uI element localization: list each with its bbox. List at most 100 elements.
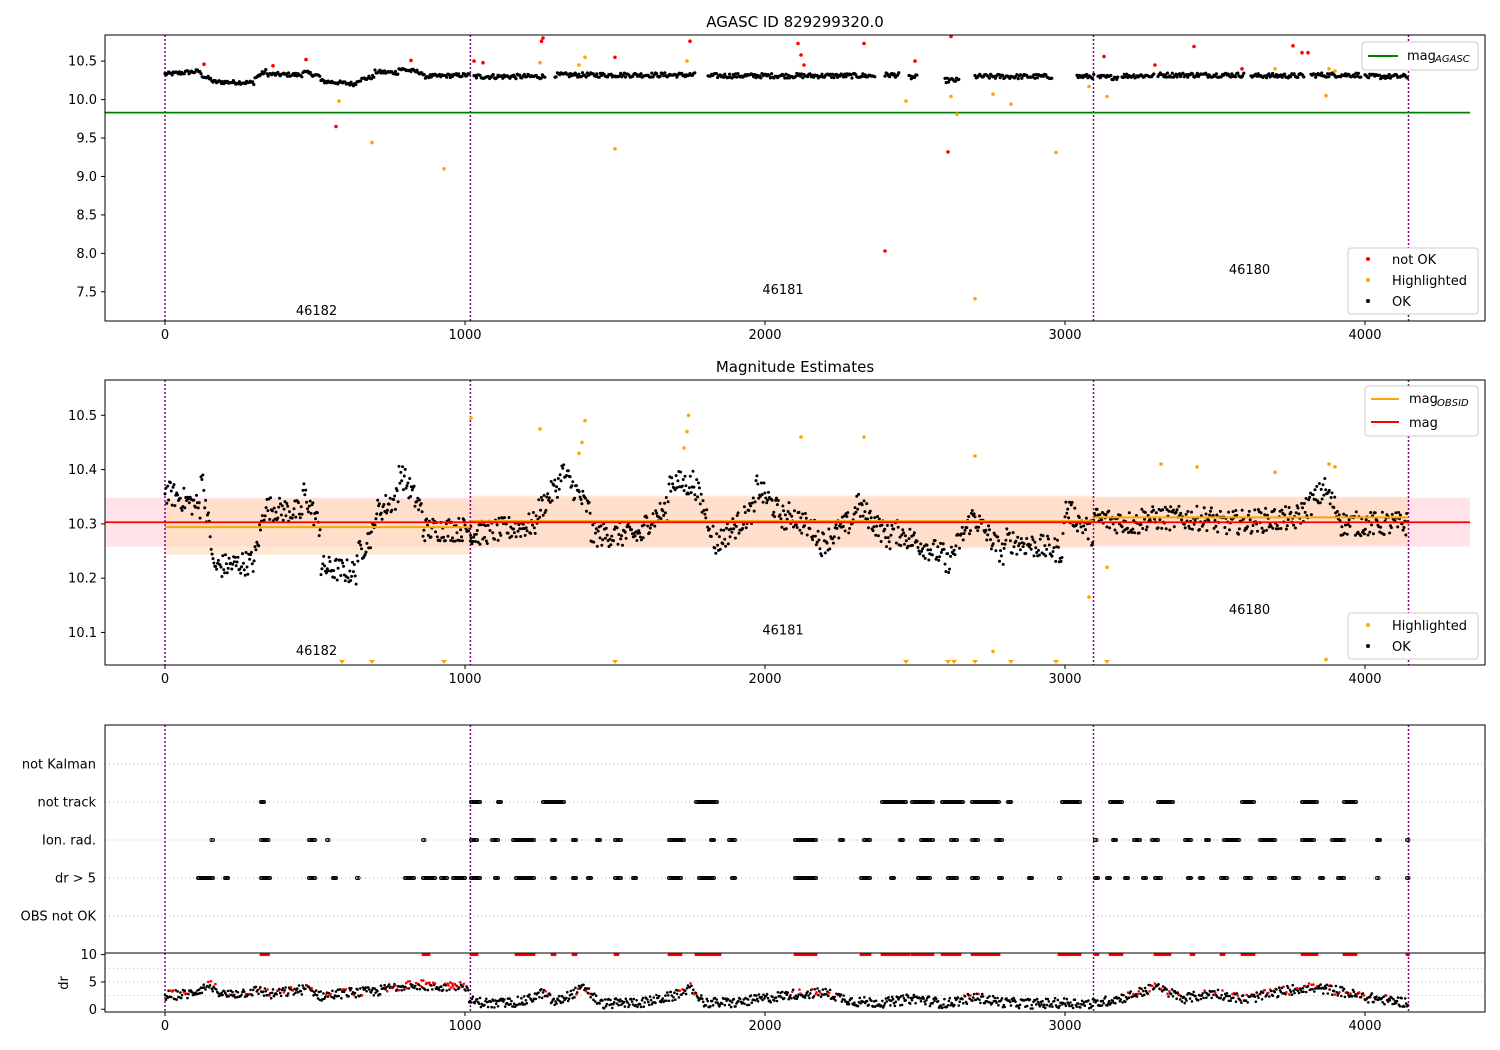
ok-point <box>936 545 940 549</box>
dr-point <box>642 1005 646 1008</box>
ok-point <box>705 508 709 512</box>
ok-point <box>880 523 884 527</box>
dr-point <box>458 980 462 984</box>
ok-point <box>1311 493 1315 497</box>
dr-axis-label: dr <box>57 976 72 990</box>
ok-point <box>1092 72 1096 76</box>
ok-point <box>1190 510 1193 514</box>
ok-point <box>1084 528 1087 532</box>
ok-point <box>691 469 695 473</box>
y-tick-label: 10.3 <box>68 517 97 532</box>
ok-point <box>198 516 202 520</box>
ok-point <box>250 562 254 566</box>
ok-point <box>704 516 708 520</box>
ok-point <box>516 529 520 533</box>
dr-point <box>956 996 960 999</box>
highlighted-point <box>469 416 473 420</box>
ok-point <box>287 71 291 75</box>
ok-point <box>547 496 551 500</box>
ok-point <box>958 546 961 550</box>
ok-point <box>918 552 922 556</box>
ok-point <box>204 498 208 502</box>
legend-marker <box>1366 623 1370 627</box>
ok-point <box>770 498 774 502</box>
dr-point <box>411 983 414 987</box>
ok-point <box>1368 530 1372 534</box>
legend-marker <box>1366 257 1370 261</box>
dr-point <box>413 984 417 988</box>
ok-point <box>304 488 308 492</box>
ok-point <box>284 514 288 518</box>
obsid-label: 46181 <box>762 624 803 639</box>
dr-point <box>1100 1004 1104 1007</box>
dr-point <box>1122 993 1125 997</box>
ok-point <box>989 538 992 542</box>
x-tick-label: 3000 <box>1048 672 1081 687</box>
dr-saturated-point <box>931 953 935 957</box>
ok-point <box>919 542 923 546</box>
ok-point <box>696 495 700 499</box>
highlighted-point <box>991 92 995 96</box>
dr-point <box>734 1005 737 1008</box>
ok-point <box>178 496 182 500</box>
agasc-magnitude-panel: 4618246181461800 1000 2000 3000 40007.58.08.… <box>68 34 1486 343</box>
dr-point <box>803 996 807 999</box>
dr-point <box>908 1002 912 1005</box>
dr-point <box>461 985 465 988</box>
dr-point <box>337 994 341 998</box>
ok-point <box>801 512 805 516</box>
dr-point <box>867 1003 871 1007</box>
ok-point <box>861 514 865 518</box>
ok-point <box>497 516 501 520</box>
ok-point <box>219 565 223 569</box>
ok-point <box>1240 508 1244 512</box>
legend-label-mag-obsid: mag <box>1409 392 1438 407</box>
dr-point <box>847 1002 851 1006</box>
ok-point <box>399 470 403 474</box>
dr-point <box>675 992 679 996</box>
ok-point <box>1075 522 1079 526</box>
ok-point <box>1016 535 1020 539</box>
not-ok-point <box>539 39 544 43</box>
dr-point <box>1167 995 1170 998</box>
ok-point <box>180 508 184 512</box>
dr-point <box>323 995 327 999</box>
ok-point <box>1214 524 1218 528</box>
ok-point <box>272 506 276 510</box>
ok-point <box>322 554 326 558</box>
dr-point <box>340 996 343 1000</box>
ok-point <box>252 559 256 563</box>
dr-point <box>1255 991 1258 994</box>
dr-point <box>1319 983 1322 986</box>
ok-point <box>1195 504 1199 508</box>
ok-point <box>1359 75 1363 79</box>
dr-point <box>331 989 334 993</box>
ok-point <box>987 76 992 80</box>
ok-point <box>647 531 651 535</box>
dr-point <box>639 1005 643 1009</box>
ok-point <box>1302 502 1306 505</box>
dr-point <box>612 1001 616 1004</box>
ok-point <box>176 493 180 497</box>
ok-point <box>320 567 324 571</box>
dr-point <box>176 990 179 993</box>
ok-point <box>281 518 285 522</box>
dr-point <box>755 997 759 1001</box>
dr-point <box>910 998 914 1002</box>
dr-point <box>839 993 843 996</box>
ok-point <box>1059 559 1063 563</box>
ok-point <box>173 504 177 508</box>
ok-point <box>422 528 426 532</box>
ok-point <box>1056 538 1059 542</box>
ok-point <box>843 529 847 533</box>
ok-point <box>346 576 350 580</box>
ok-point <box>269 496 273 500</box>
highlighted-point <box>580 440 584 445</box>
ok-point <box>1158 518 1162 522</box>
ok-point <box>1046 537 1050 541</box>
ok-point <box>1356 71 1360 75</box>
dr-point <box>1124 1000 1127 1003</box>
dr-point <box>486 1005 490 1009</box>
dr-point <box>746 998 750 1001</box>
legend-label: OK <box>1392 295 1411 310</box>
